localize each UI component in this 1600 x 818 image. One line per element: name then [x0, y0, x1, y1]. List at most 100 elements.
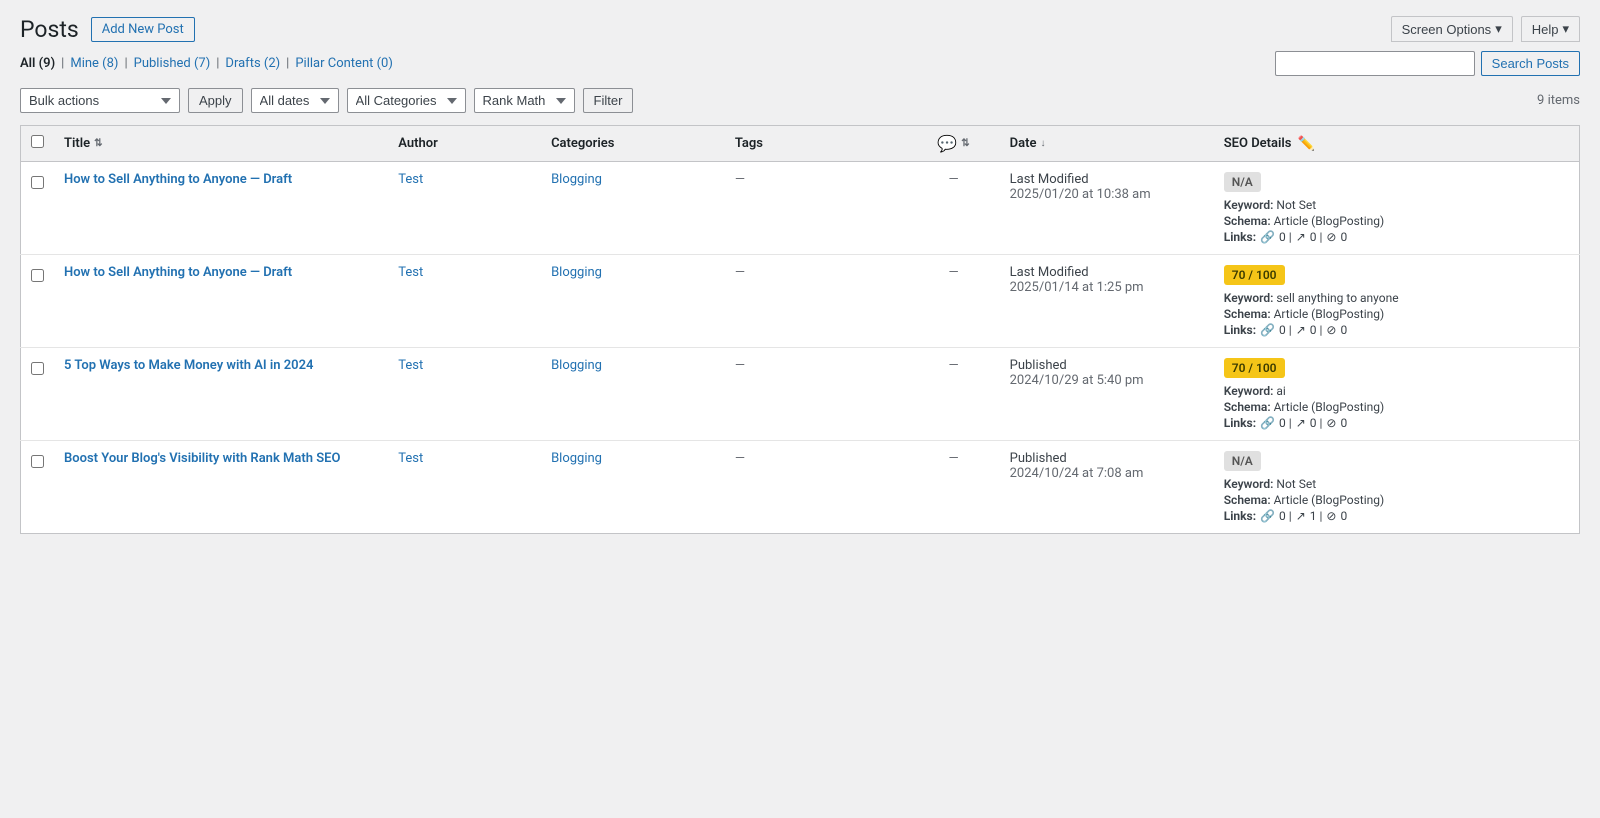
post-comments-cell: — — [907, 162, 999, 255]
post-title-link[interactable]: How to Sell Anything to Anyone — Draft — [64, 265, 292, 280]
filter-mine[interactable]: Mine (8) — [70, 56, 118, 71]
broken-link-icon: ⊘ — [1326, 509, 1336, 523]
filter-drafts[interactable]: Drafts (2) — [225, 56, 280, 71]
post-seo-cell: 70 / 100 Keyword: sell anything to anyone… — [1214, 255, 1580, 348]
link-icon: 🔗 — [1260, 416, 1275, 430]
filter-all[interactable]: All (9) — [20, 56, 55, 71]
date-status: Published — [1010, 451, 1204, 466]
comments-value: — — [948, 172, 958, 187]
table-row: 5 Top Ways to Make Money with AI in 2024… — [21, 348, 1580, 441]
post-categories-cell: Blogging — [541, 162, 725, 255]
post-date-cell: Published2024/10/24 at 7:08 am — [1000, 441, 1214, 534]
seo-keyword-row: Keyword: Not Set — [1224, 477, 1569, 491]
filter-published[interactable]: Published (7) — [134, 56, 211, 71]
seo-keyword-row: Keyword: ai — [1224, 384, 1569, 398]
date-value: 2024/10/24 at 7:08 am — [1010, 466, 1204, 481]
table-row: How to Sell Anything to Anyone — Draft Te… — [21, 162, 1580, 255]
author-link[interactable]: Test — [398, 265, 423, 280]
row-checkbox-cell — [21, 162, 55, 255]
post-title-link[interactable]: 5 Top Ways to Make Money with AI in 2024 — [64, 358, 313, 373]
row-checkbox[interactable] — [31, 455, 44, 468]
seo-links-row: Links: 🔗 0 | ↗ 0 | ⊘ 0 — [1224, 323, 1569, 337]
col-header-categories: Categories — [541, 126, 725, 162]
tags-value: — — [735, 265, 745, 280]
broken-link-icon: ⊘ — [1326, 323, 1336, 337]
comments-value: — — [948, 265, 958, 280]
date-status: Last Modified — [1010, 172, 1204, 187]
bulk-actions-select[interactable]: Bulk actions — [20, 88, 180, 113]
tags-value: — — [735, 358, 745, 373]
post-title-cell: 5 Top Ways to Make Money with AI in 2024 — [54, 348, 388, 441]
search-posts-button[interactable]: Search Posts — [1481, 51, 1580, 76]
post-categories-cell: Blogging — [541, 255, 725, 348]
author-link[interactable]: Test — [398, 451, 423, 466]
col-header-tags: Tags — [725, 126, 908, 162]
seo-score-badge: 70 / 100 — [1224, 358, 1285, 378]
post-date-cell: Last Modified2025/01/20 at 10:38 am — [1000, 162, 1214, 255]
link-icon: 🔗 — [1260, 509, 1275, 523]
filter-links: All (9) | Mine (8) | Published (7) | Dra… — [20, 56, 393, 71]
post-tags-cell: — — [725, 348, 908, 441]
col-header-comments[interactable]: 💬 ⇅ — [907, 126, 999, 162]
author-link[interactable]: Test — [398, 358, 423, 373]
seo-schema-row: Schema: Article (BlogPosting) — [1224, 214, 1569, 228]
seo-links-row: Links: 🔗 0 | ↗ 0 | ⊘ 0 — [1224, 230, 1569, 244]
comments-value: — — [948, 451, 958, 466]
row-checkbox-cell — [21, 441, 55, 534]
seo-schema-row: Schema: Article (BlogPosting) — [1224, 307, 1569, 321]
col-header-seo: SEO Details ✏️ — [1214, 126, 1580, 162]
post-seo-cell: N/AKeyword: Not SetSchema: Article (Blog… — [1214, 441, 1580, 534]
dates-select[interactable]: All dates — [251, 88, 339, 113]
col-header-title[interactable]: Title ⇅ — [54, 126, 388, 162]
post-categories-cell: Blogging — [541, 348, 725, 441]
select-all-checkbox[interactable] — [31, 135, 44, 148]
post-categories-cell: Blogging — [541, 441, 725, 534]
add-new-post-button[interactable]: Add New Post — [91, 17, 195, 42]
categories-select[interactable]: All Categories — [347, 88, 466, 113]
seo-schema-row: Schema: Article (BlogPosting) — [1224, 400, 1569, 414]
external-link-icon: ↗ — [1296, 416, 1306, 430]
sort-icon-down: ↓ — [1040, 138, 1045, 149]
row-checkbox[interactable] — [31, 176, 44, 189]
col-header-checkbox — [21, 126, 55, 162]
date-value: 2025/01/14 at 1:25 pm — [1010, 280, 1204, 295]
filter-button[interactable]: Filter — [583, 88, 634, 113]
rank-math-select[interactable]: Rank Math — [474, 88, 575, 113]
broken-link-icon: ⊘ — [1326, 230, 1336, 244]
items-count: 9 items — [1537, 93, 1580, 108]
post-title-link[interactable]: How to Sell Anything to Anyone — Draft — [64, 172, 292, 187]
row-checkbox[interactable] — [31, 269, 44, 282]
post-seo-cell: 70 / 100 Keyword: ai Schema: Article (Blog… — [1214, 348, 1580, 441]
post-title-link[interactable]: Boost Your Blog's Visibility with Rank M… — [64, 451, 340, 466]
table-row: Boost Your Blog's Visibility with Rank M… — [21, 441, 1580, 534]
col-header-date[interactable]: Date ↓ — [1000, 126, 1214, 162]
external-link-icon: ↗ — [1296, 509, 1306, 523]
screen-options-button[interactable]: Screen Options ▾ — [1391, 16, 1513, 42]
apply-button[interactable]: Apply — [188, 88, 243, 113]
filter-pillar[interactable]: Pillar Content (0) — [295, 56, 393, 71]
seo-edit-icon[interactable]: ✏️ — [1297, 136, 1314, 152]
category-link[interactable]: Blogging — [551, 451, 602, 466]
row-checkbox-cell — [21, 348, 55, 441]
search-input[interactable] — [1275, 51, 1475, 76]
posts-table: Title ⇅ Author Categories Tags 💬 ⇅ Date — [20, 125, 1580, 534]
tags-value: — — [735, 172, 745, 187]
category-link[interactable]: Blogging — [551, 358, 602, 373]
post-tags-cell: — — [725, 162, 908, 255]
sort-icon: ⇅ — [961, 138, 969, 149]
date-value: 2024/10/29 at 5:40 pm — [1010, 373, 1204, 388]
category-link[interactable]: Blogging — [551, 265, 602, 280]
seo-score-badge: N/A — [1224, 451, 1261, 471]
chevron-down-icon: ▾ — [1562, 21, 1569, 37]
author-link[interactable]: Test — [398, 172, 423, 187]
post-title-cell: Boost Your Blog's Visibility with Rank M… — [54, 441, 388, 534]
comment-icon: 💬 — [937, 134, 957, 153]
seo-keyword-row: Keyword: sell anything to anyone — [1224, 291, 1569, 305]
external-link-icon: ↗ — [1296, 230, 1306, 244]
help-button[interactable]: Help ▾ — [1521, 16, 1580, 42]
category-link[interactable]: Blogging — [551, 172, 602, 187]
sort-icon: ⇅ — [94, 138, 102, 149]
seo-score-badge: 70 / 100 — [1224, 265, 1285, 285]
row-checkbox[interactable] — [31, 362, 44, 375]
seo-links-row: Links: 🔗 0 | ↗ 0 | ⊘ 0 — [1224, 416, 1569, 430]
